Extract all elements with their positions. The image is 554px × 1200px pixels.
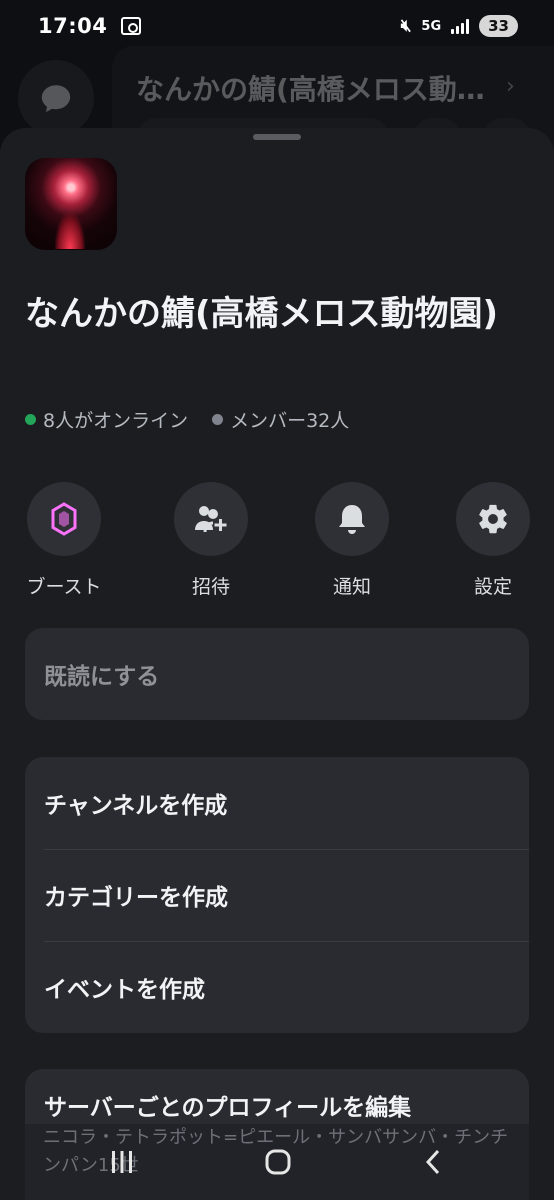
recent-apps-icon[interactable] xyxy=(108,1148,136,1180)
settings-label: 設定 xyxy=(473,576,512,598)
mute-icon: 🔇︎ xyxy=(400,16,412,36)
chevron-right-icon: › xyxy=(506,74,515,99)
drag-handle[interactable] xyxy=(253,134,301,140)
create-category-label: カテゴリーを作成 xyxy=(44,885,228,911)
boost-gem-icon xyxy=(27,482,101,556)
signal-icon xyxy=(451,18,470,34)
member-dot-icon xyxy=(212,414,224,425)
status-bar: 17:04 🔇︎ 5G 33 xyxy=(0,0,554,52)
divider xyxy=(44,849,529,850)
status-icons: 🔇︎ 5G 33 xyxy=(401,15,518,37)
back-icon[interactable] xyxy=(422,1148,446,1180)
server-icon xyxy=(25,158,117,250)
settings-button[interactable]: 設定 xyxy=(433,482,553,599)
server-menu-sheet: なんかの鯖(高橋メロス動物園) 8人がオンライン メンバー32人 ブースト 招待… xyxy=(0,128,554,1200)
mark-read-card: 既読にする xyxy=(25,628,529,720)
boost-button[interactable]: ブースト xyxy=(4,482,124,599)
member-count: メンバー32人 xyxy=(230,410,350,432)
create-event-button[interactable]: イベントを作成 xyxy=(25,941,529,1033)
mark-read-button[interactable]: 既読にする xyxy=(25,628,529,720)
create-menu-card: チャンネルを作成 カテゴリーを作成 イベントを作成 xyxy=(25,757,529,1033)
online-count: 8人がオンライン xyxy=(43,410,189,432)
create-channel-label: チャンネルを作成 xyxy=(44,793,228,819)
network-label: 5G xyxy=(421,18,442,34)
invite-button[interactable]: 招待 xyxy=(151,482,271,599)
screenshot-icon xyxy=(121,17,142,35)
chat-bubble-icon xyxy=(18,60,94,136)
gear-icon xyxy=(456,482,530,556)
divider xyxy=(44,941,529,942)
add-member-icon xyxy=(174,482,248,556)
mark-read-label: 既読にする xyxy=(44,664,160,690)
boost-label: ブースト xyxy=(26,576,102,598)
server-name: なんかの鯖(高橋メロス動物園) xyxy=(25,294,499,334)
create-channel-button[interactable]: チャンネルを作成 xyxy=(25,757,529,849)
home-icon[interactable] xyxy=(264,1148,292,1180)
create-category-button[interactable]: カテゴリーを作成 xyxy=(25,849,529,941)
battery-badge: 33 xyxy=(479,15,518,37)
status-time: 17:04 xyxy=(38,14,108,38)
notifications-label: 通知 xyxy=(332,576,371,598)
server-stats: 8人がオンライン メンバー32人 xyxy=(25,406,349,433)
invite-label: 招待 xyxy=(191,576,230,598)
online-dot-icon xyxy=(25,414,36,425)
notifications-button[interactable]: 通知 xyxy=(292,482,412,599)
create-event-label: イベントを作成 xyxy=(44,977,205,1003)
background-server-title: なんかの鯖(高橋メロス動… xyxy=(136,73,485,106)
edit-server-profile-label: サーバーごとのプロフィールを編集 xyxy=(44,1095,412,1121)
bell-icon xyxy=(315,482,389,556)
